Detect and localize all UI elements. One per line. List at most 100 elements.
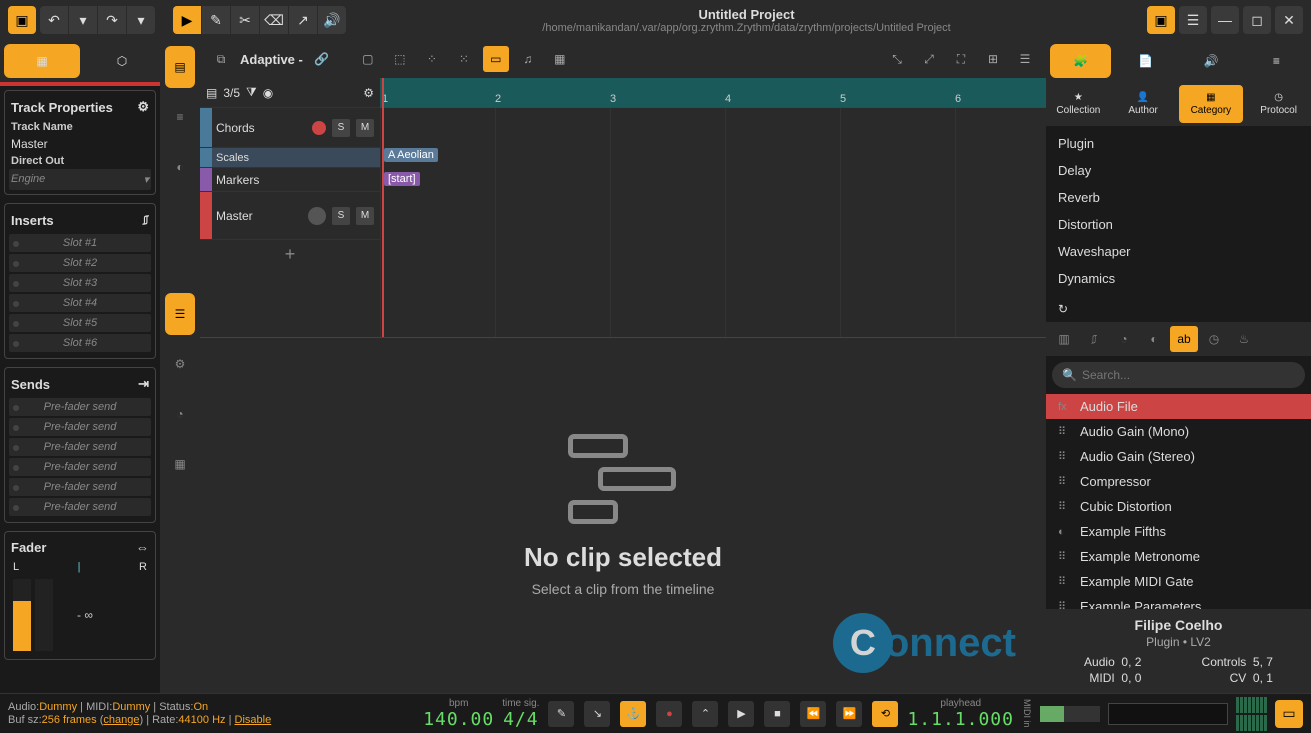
category-item[interactable]: Reverb [1046,184,1311,211]
direct-out-select[interactable]: Engine▾ [9,169,151,190]
send-slot[interactable]: Pre-fader send [9,458,151,476]
send-slot[interactable]: Pre-fader send [9,498,151,516]
filter-button[interactable]: ◔ [1110,326,1138,352]
eye-icon[interactable]: ◉ [263,86,273,100]
plugin-search-input[interactable] [1052,362,1305,388]
fader-slider[interactable] [13,579,31,651]
toolbar-button[interactable]: ☰ [1012,46,1038,72]
play-button[interactable]: ▶ [728,701,754,727]
disable-link[interactable]: Disable [235,714,272,726]
snap-label[interactable]: Adaptive - [240,52,303,67]
files-tab[interactable]: 📄 [1115,44,1176,78]
erase-tool-button[interactable]: ⌫ [260,6,288,34]
marker-clip[interactable]: [start] [384,172,420,186]
insert-slot[interactable]: Slot #5 [9,314,151,332]
playhead-value[interactable]: 1.1.1.000 [907,709,1014,730]
audition-tool-button[interactable]: 🔊 [318,6,346,34]
ruler[interactable]: 1 2 3 4 5 6 [380,78,1046,108]
return-button[interactable]: ↘ [584,701,610,727]
timeline-canvas[interactable]: 1 2 3 4 5 6 A Aeolian [start] [380,78,1046,337]
zoom-expand-button[interactable]: ⤢ [916,46,942,72]
add-track-button[interactable]: + [200,240,380,268]
browse-collection-tab[interactable]: ★Collection [1046,82,1111,126]
solo-button[interactable]: S [332,207,350,225]
snap-toggle-button[interactable]: ⧉ [208,46,234,72]
bottom-panel-toggle[interactable]: ▭ [1275,700,1303,728]
mixer-button[interactable]: ⚙ [165,343,195,385]
maximize-button[interactable]: ◻ [1243,6,1271,34]
plugin-item[interactable]: ⠿Example Metronome [1046,544,1311,569]
toolbar-button[interactable]: ⁘ [419,46,445,72]
plugin-item[interactable]: ⠿Example MIDI Gate [1046,569,1311,594]
link-icon[interactable]: 🔗 [309,46,335,72]
toolbar-button[interactable]: ▢ [355,46,381,72]
filter-button[interactable]: ◐ [1140,326,1168,352]
ramp-tool-button[interactable]: ↗ [289,6,317,34]
plugin-item[interactable]: fxAudio File [1046,394,1311,419]
toolbar-button[interactable]: ⬚ [387,46,413,72]
grid-button[interactable]: ▦ [165,443,195,485]
forward-button[interactable]: ⏩ [836,701,862,727]
gear-icon[interactable]: ⚙ [363,86,374,100]
visibility-button[interactable]: ◔ [165,393,195,435]
sends-icon[interactable]: ⇥ [138,376,149,392]
bpm-value[interactable]: 140.00 [423,709,494,730]
settings-icon[interactable]: ⚙ [137,99,149,115]
plugin-item[interactable]: ⠿Example Parameters [1046,594,1311,609]
plugin-item[interactable]: ⠿Audio Gain (Mono) [1046,419,1311,444]
insert-slot[interactable]: Slot #4 [9,294,151,312]
category-item[interactable]: Distortion [1046,211,1311,238]
panel-toggle-right-button[interactable]: ▣ [1147,6,1175,34]
minimize-button[interactable]: — [1211,6,1239,34]
track-name-value[interactable]: Master [9,135,151,153]
insert-slot[interactable]: Slot #3 [9,274,151,292]
stop-button[interactable]: ■ [764,701,790,727]
category-item[interactable]: Waveshaper [1046,238,1311,265]
chords-tab[interactable]: ≡ [1246,44,1307,78]
pointer-tool-button[interactable]: ▶ [173,6,201,34]
scale-clip[interactable]: A Aeolian [384,148,438,162]
plugin-item[interactable]: ◐Example Fifths [1046,519,1311,544]
track-master[interactable]: Master S M [200,192,380,240]
menu-button[interactable]: ☰ [1179,6,1207,34]
plugin-inspector-tab[interactable]: ⬡ [84,40,160,82]
redo-button[interactable]: ↷ [98,6,126,34]
record-button[interactable]: ● [656,701,682,727]
filter-button[interactable]: ▥ [1050,326,1078,352]
insert-slot[interactable]: Slot #2 [9,254,151,272]
plugin-item[interactable]: ⠿Compressor [1046,469,1311,494]
redo-menu-button[interactable]: ▾ [127,6,155,34]
filter-button[interactable]: ⎎ [1080,326,1108,352]
toolbar-button[interactable]: ⁙ [451,46,477,72]
category-item[interactable]: Plugin [1046,130,1311,157]
undo-menu-button[interactable]: ▾ [69,6,97,34]
panel-toggle-left-button[interactable]: ▣ [8,6,36,34]
change-link[interactable]: change [103,714,139,726]
track-chords[interactable]: Chords S M [200,108,380,148]
tracklist-icon[interactable]: ▤ [206,86,217,100]
mute-button[interactable]: M [356,119,374,137]
record-button[interactable] [312,121,326,135]
toolbar-button[interactable]: ⊞ [980,46,1006,72]
send-slot[interactable]: Pre-fader send [9,438,151,456]
toolbar-button[interactable]: ♫ [515,46,541,72]
refresh-icon[interactable]: ↻ [1058,302,1068,316]
track-inspector-tab[interactable]: ▦ [4,44,80,78]
category-item[interactable]: Delay [1046,157,1311,184]
send-slot[interactable]: Pre-fader send [9,398,151,416]
list-view-button[interactable]: ☰ [165,293,195,335]
rewind-button[interactable]: ⏪ [800,701,826,727]
pencil-tool-button[interactable]: ✎ [202,6,230,34]
track-scales[interactable]: Scales [200,148,380,168]
toolbar-button[interactable]: ▦ [547,46,573,72]
zoom-full-button[interactable]: ⛶ [948,46,974,72]
insert-slot[interactable]: Slot #1 [9,234,151,252]
loop-button[interactable]: ⟲ [872,701,898,727]
inserts-icon[interactable]: ⎎ [142,212,149,228]
zoom-fit-button[interactable]: ⤡ [884,46,910,72]
toolbar-button[interactable]: ▭ [483,46,509,72]
punch-button[interactable]: ⚓ [620,701,646,727]
track-markers[interactable]: Markers [200,168,380,192]
filter-button[interactable]: ◷ [1200,326,1228,352]
solo-button[interactable]: S [332,119,350,137]
